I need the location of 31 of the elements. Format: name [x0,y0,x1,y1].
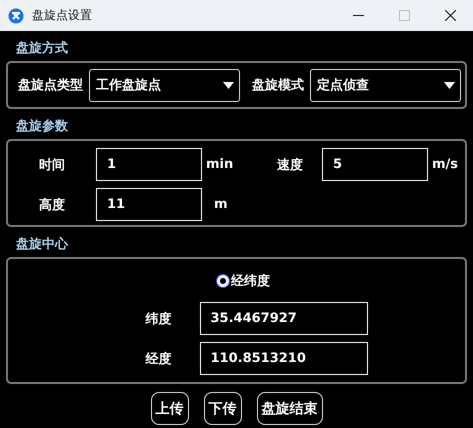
action-button[interactable]: 下传 [204,392,242,425]
field-label: 高度 [39,196,65,214]
close-icon [444,10,456,21]
field-label: 纬度 [146,310,172,328]
input-field[interactable]: 5 [322,148,428,181]
field-label: 盘旋模式 [252,77,304,94]
input-field[interactable]: 110.8513210 [200,342,368,375]
minimize-icon [352,14,364,16]
input-field[interactable]: 1 [96,148,202,181]
dropdown[interactable]: 工作盘旋点 [89,68,240,102]
action-button[interactable]: 上传 [150,392,188,425]
window-title: 盘旋点设置 [32,7,93,24]
dropdown[interactable]: 定点侦查 [310,68,461,102]
dropdown-caret-icon [444,82,455,88]
section-title: 盘旋中心 [15,236,70,254]
app-logo-icon [8,8,24,24]
field-label: 经度 [146,350,172,368]
radio-button[interactable]: 经纬度 [217,269,270,293]
dropdown-caret-icon [223,82,234,88]
section-title: 盘旋参数 [15,118,69,136]
section-title: 盘旋方式 [15,40,69,58]
input-field[interactable]: 35.4467927 [200,302,368,335]
unit-label: m [213,197,229,212]
unit-label: min [205,157,234,172]
maximize-icon [398,10,410,21]
field-label: 速度 [277,156,303,174]
field-label: 盘旋点类型 [18,77,83,94]
input-field[interactable]: 11 [96,188,202,221]
field-label: 时间 [39,156,65,174]
unit-label: m/s [431,157,460,172]
action-button[interactable]: 盘旋结束 [256,392,322,425]
